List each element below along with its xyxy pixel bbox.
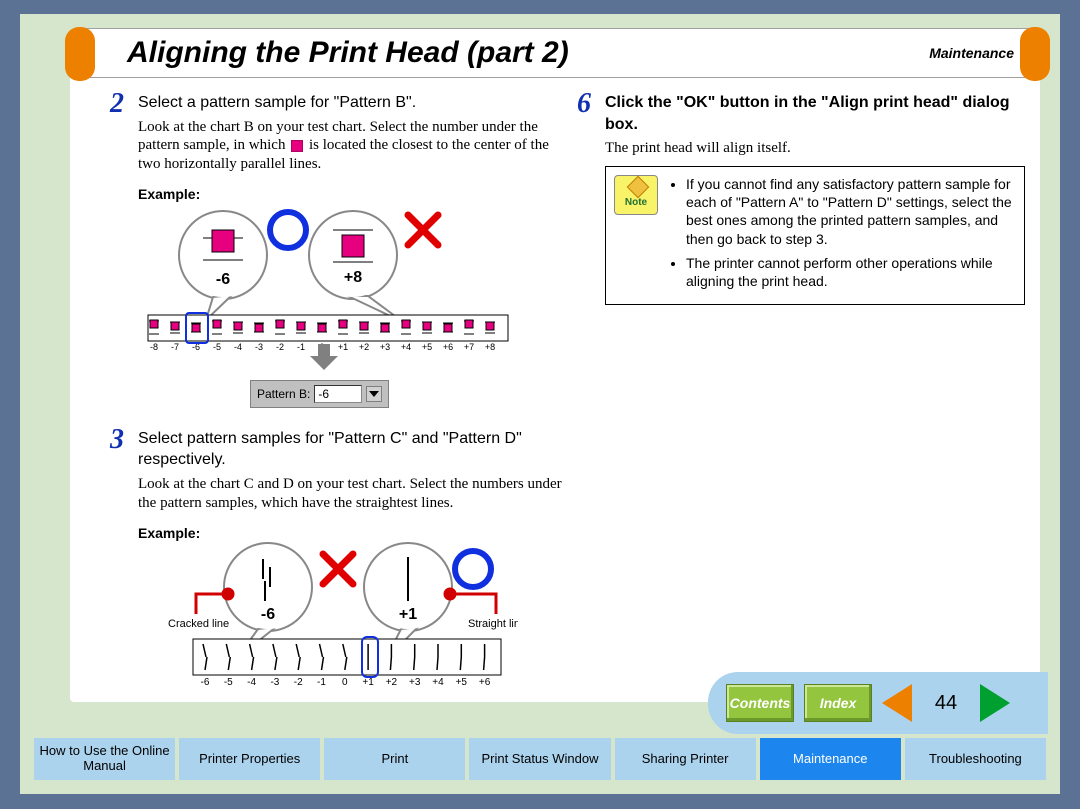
section-label: Maintenance xyxy=(929,45,1014,61)
svg-text:0: 0 xyxy=(342,677,348,688)
bad-x-icon xyxy=(323,554,353,584)
svg-text:+5: +5 xyxy=(422,342,432,352)
tab-troubleshooting[interactable]: Troubleshooting xyxy=(905,738,1046,780)
svg-text:-6: -6 xyxy=(201,677,210,688)
bubble-left-value: -6 xyxy=(216,271,230,288)
step-6: 6 Click the "OK" button in the "Align pr… xyxy=(577,92,1030,305)
svg-text:+2: +2 xyxy=(386,677,398,688)
step-number: 3 xyxy=(110,426,138,454)
title-bar: Aligning the Print Head (part 2) Mainten… xyxy=(80,28,1035,78)
svg-text:+8: +8 xyxy=(485,342,495,352)
content-area: 2 Select a pattern sample for "Pattern B… xyxy=(70,72,1040,702)
previous-page-arrow-icon[interactable] xyxy=(882,684,912,722)
svg-text:+1: +1 xyxy=(362,677,374,688)
svg-text:+3: +3 xyxy=(409,677,421,688)
tab-printer-properties[interactable]: Printer Properties xyxy=(179,738,320,780)
bad-x-icon xyxy=(408,215,438,245)
pink-square-icon xyxy=(291,140,303,152)
svg-text:-7: -7 xyxy=(171,342,179,352)
svg-text:+4: +4 xyxy=(401,342,411,352)
cracked-line-label: Cracked line xyxy=(168,618,229,630)
right-column: 6 Click the "OK" button in the "Align pr… xyxy=(577,92,1030,699)
svg-text:-3: -3 xyxy=(255,342,263,352)
good-circle-icon xyxy=(270,212,306,248)
bubble-right-value: +1 xyxy=(399,606,417,623)
svg-text:-8: -8 xyxy=(150,342,158,352)
note-badge-icon: Note xyxy=(614,175,658,215)
svg-text:-1: -1 xyxy=(317,677,326,688)
step-body: The print head will align itself. xyxy=(605,139,1030,158)
svg-text:-1: -1 xyxy=(297,342,305,352)
svg-text:-2: -2 xyxy=(294,677,303,688)
svg-text:+1: +1 xyxy=(338,342,348,352)
next-page-arrow-icon[interactable] xyxy=(980,684,1010,722)
straight-line-label: Straight line xyxy=(468,618,518,630)
dropdown-value: -6 xyxy=(314,385,362,403)
index-button[interactable]: Index xyxy=(804,684,872,722)
step-3: 3 Select pattern samples for "Pattern C"… xyxy=(110,428,563,699)
svg-text:-4: -4 xyxy=(234,342,242,352)
dropdown-arrow-icon[interactable] xyxy=(366,386,382,402)
bubble-right-value: +8 xyxy=(344,269,362,286)
svg-text:-5: -5 xyxy=(224,677,233,688)
bottom-tab-bar: How to Use the Online ManualPrinter Prop… xyxy=(34,738,1046,780)
svg-text:+5: +5 xyxy=(456,677,468,688)
svg-text:-4: -4 xyxy=(247,677,256,688)
svg-text:+6: +6 xyxy=(443,342,453,352)
svg-text:+7: +7 xyxy=(464,342,474,352)
note-item: The printer cannot perform other operati… xyxy=(686,254,1014,290)
bubble-left-value: -6 xyxy=(261,606,275,623)
step-body: Look at the chart C and D on your test c… xyxy=(138,475,563,513)
svg-text:+3: +3 xyxy=(380,342,390,352)
pattern-b-illustration: -6 +8 xyxy=(138,200,563,370)
pattern-b-dropdown[interactable]: Pattern B: -6 xyxy=(250,380,389,408)
left-column: 2 Select a pattern sample for "Pattern B… xyxy=(110,92,563,699)
dropdown-label: Pattern B: xyxy=(257,387,310,401)
tab-sharing-printer[interactable]: Sharing Printer xyxy=(615,738,756,780)
tab-maintenance[interactable]: Maintenance xyxy=(760,738,901,780)
svg-text:-5: -5 xyxy=(213,342,221,352)
contents-button[interactable]: Contents xyxy=(726,684,794,722)
svg-text:-3: -3 xyxy=(270,677,279,688)
good-circle-icon xyxy=(455,551,491,587)
nav-strip: Contents Index 44 xyxy=(708,672,1048,734)
tab-how-to-use-the-online-manual[interactable]: How to Use the Online Manual xyxy=(34,738,175,780)
note-item: If you cannot find any satisfactory patt… xyxy=(686,175,1014,248)
pattern-cd-illustration: -6 +1 xyxy=(138,539,563,699)
step-2: 2 Select a pattern sample for "Pattern B… xyxy=(110,92,563,422)
svg-text:+4: +4 xyxy=(432,677,444,688)
page-number: 44 xyxy=(922,692,970,715)
tab-print-status-window[interactable]: Print Status Window xyxy=(469,738,610,780)
step-title: Select a pattern sample for "Pattern B". xyxy=(138,92,563,114)
step-title: Select pattern samples for "Pattern C" a… xyxy=(138,428,563,471)
svg-text:+2: +2 xyxy=(359,342,369,352)
page-background: 2 Select a pattern sample for "Pattern B… xyxy=(20,14,1060,794)
step-number: 6 xyxy=(577,90,605,118)
page-title: Aligning the Print Head (part 2) xyxy=(127,36,569,70)
tab-print[interactable]: Print xyxy=(324,738,465,780)
step-number: 2 xyxy=(110,90,138,118)
step-title: Click the "OK" button in the "Align prin… xyxy=(605,92,1030,135)
note-box: Note If you cannot find any satisfactory… xyxy=(605,166,1025,305)
step-body: Look at the chart B on your test chart. … xyxy=(138,118,563,174)
svg-text:+6: +6 xyxy=(479,677,491,688)
svg-text:-2: -2 xyxy=(276,342,284,352)
